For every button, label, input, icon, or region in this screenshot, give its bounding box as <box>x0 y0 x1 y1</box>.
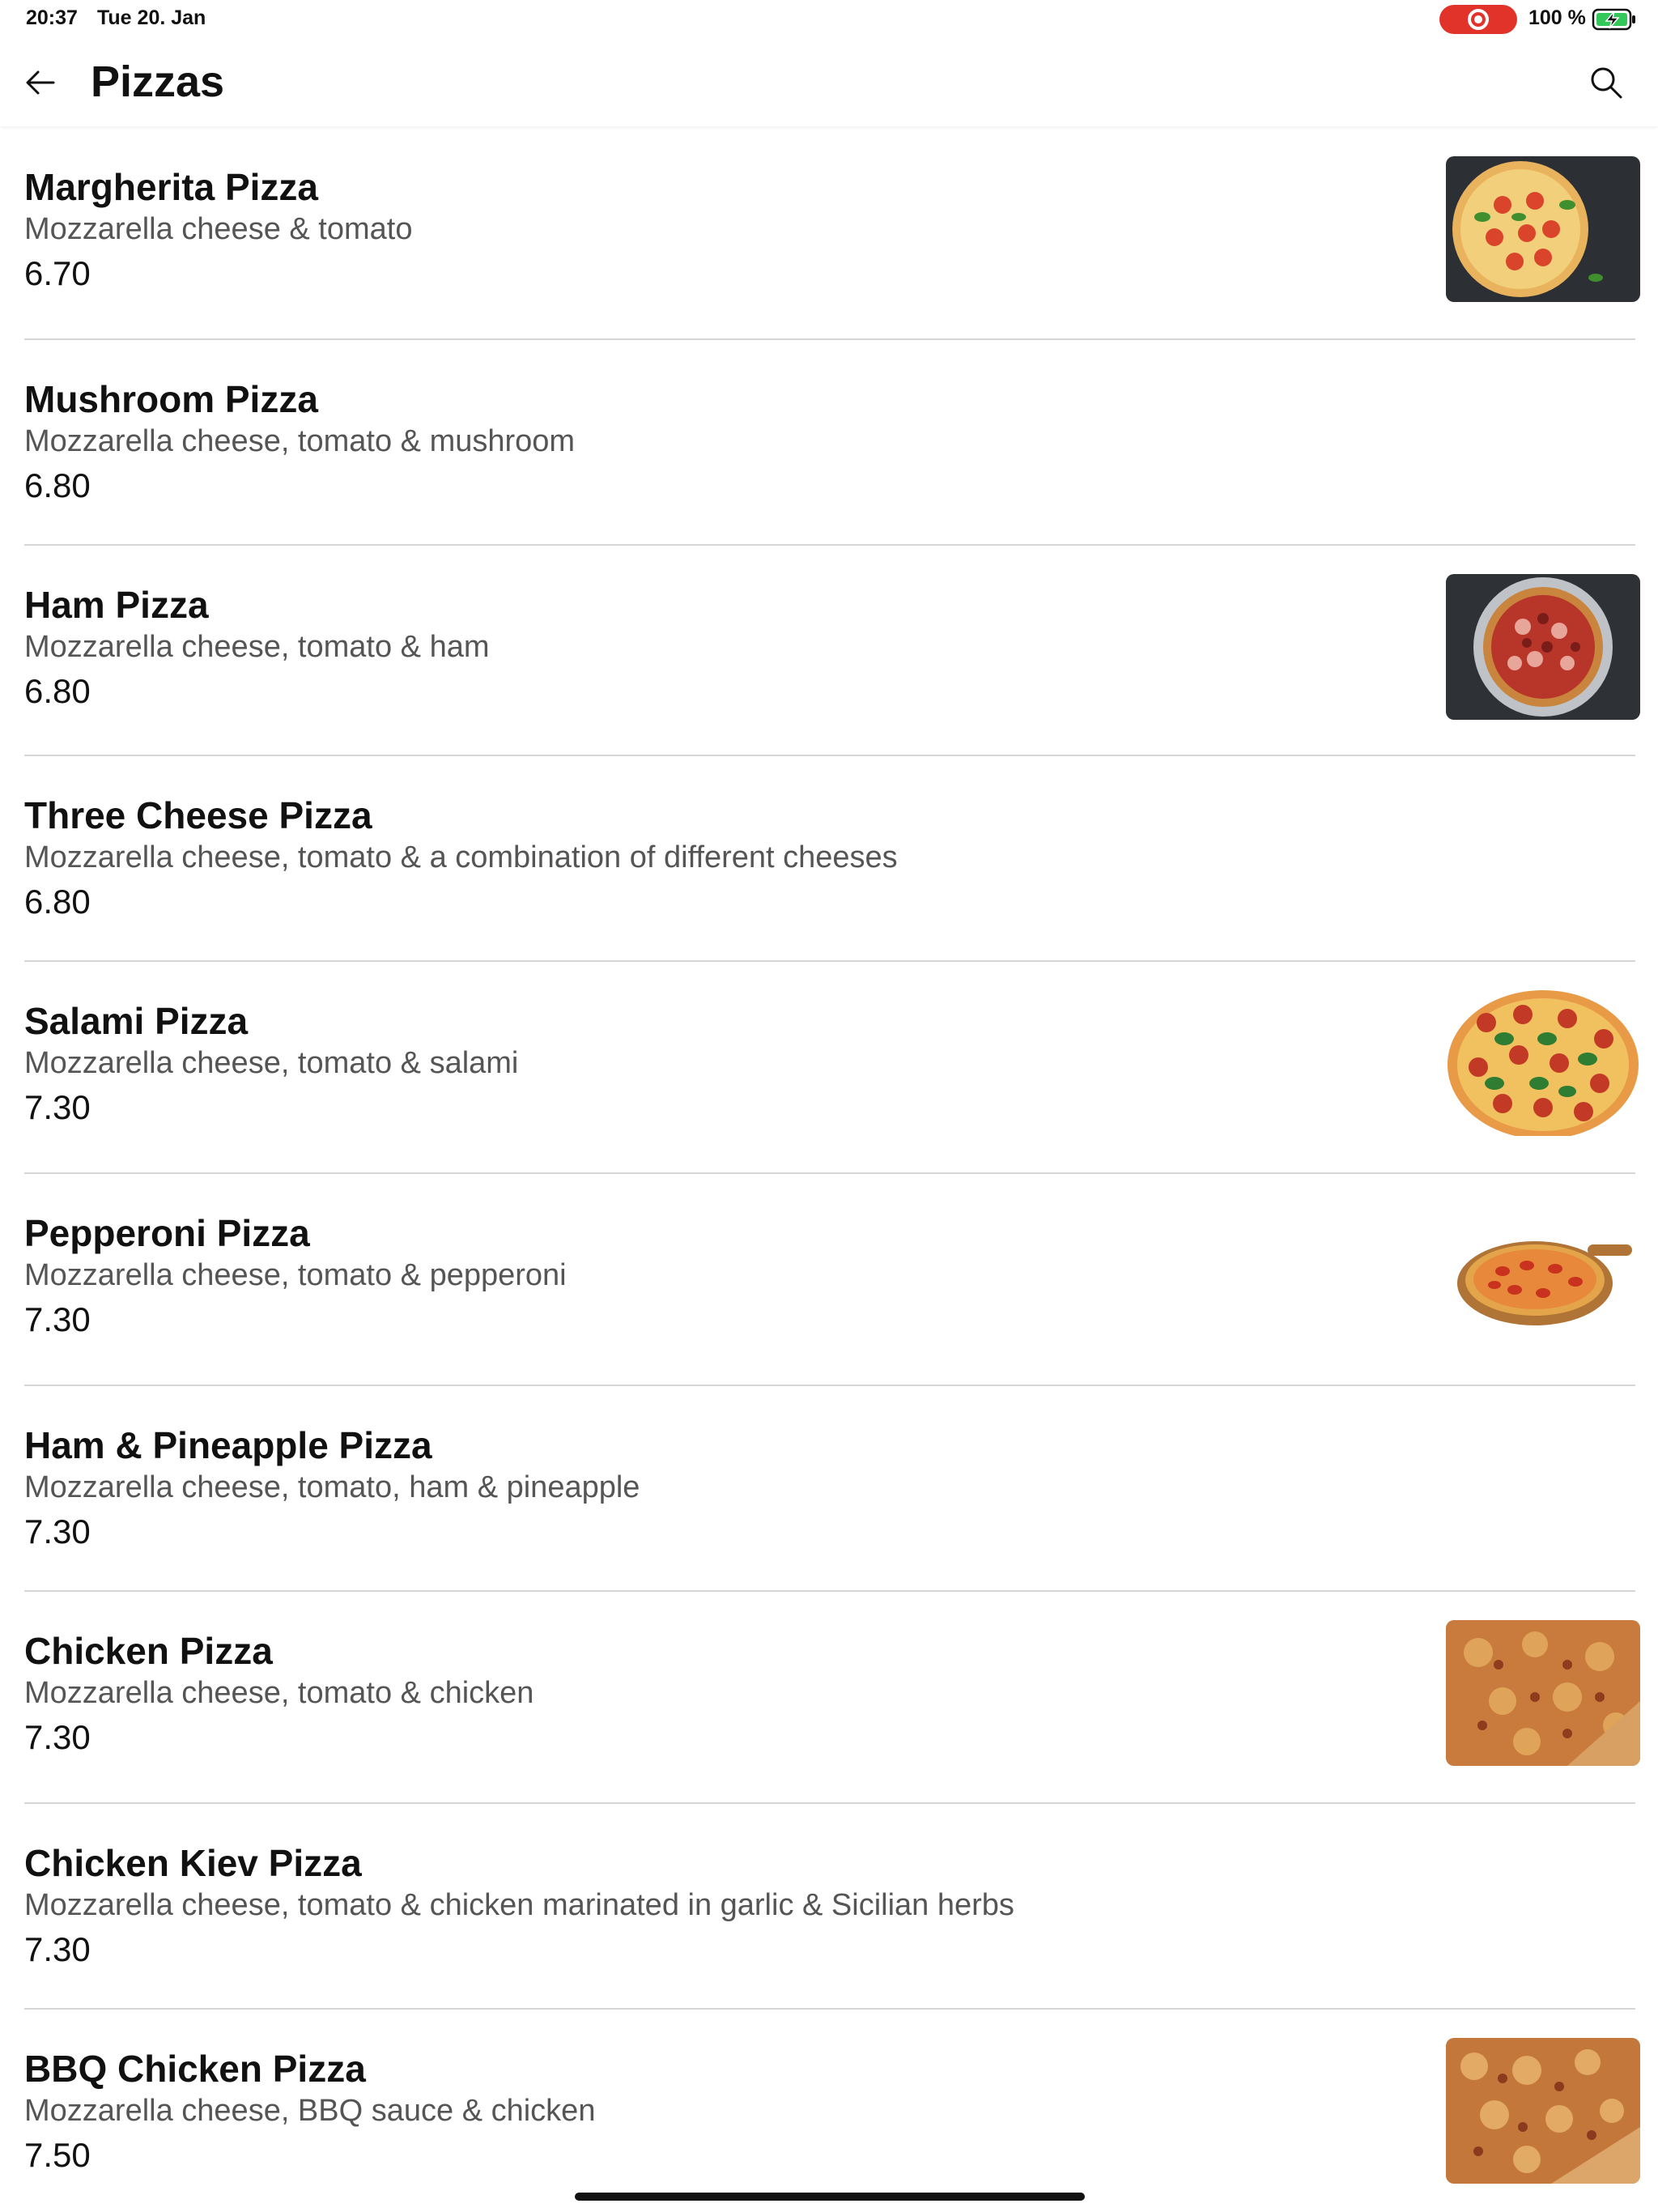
item-name: Chicken Pizza <box>24 1630 273 1672</box>
item-price: 7.30 <box>24 1300 91 1338</box>
divider <box>24 1590 1635 1592</box>
item-thumbnail[interactable] <box>1446 990 1640 1136</box>
item-name: BBQ Chicken Pizza <box>24 2048 366 2090</box>
item-name: Ham Pizza <box>24 584 209 626</box>
item-price: 7.30 <box>24 1512 91 1551</box>
battery-charging-icon <box>1592 8 1635 31</box>
app-header: Pizzas <box>0 42 1658 126</box>
item-name: Three Cheese Pizza <box>24 794 372 836</box>
item-thumbnail[interactable] <box>1446 156 1640 302</box>
item-description: Mozzarella cheese, tomato & chicken mari… <box>24 1888 1014 1922</box>
status-time: 20:37 <box>26 6 78 29</box>
screen-recording-icon[interactable] <box>1439 5 1517 34</box>
item-thumbnail[interactable] <box>1446 574 1640 720</box>
search-icon[interactable] <box>1587 63 1626 102</box>
item-description: Mozzarella cheese, tomato & mushroom <box>24 424 576 458</box>
item-description: Mozzarella cheese, tomato & ham <box>24 630 490 664</box>
item-name: Chicken Kiev Pizza <box>24 1842 362 1884</box>
divider <box>24 544 1635 546</box>
item-description: Mozzarella cheese, tomato & salami <box>24 1046 519 1080</box>
item-price: 6.80 <box>24 883 91 921</box>
status-date: Tue 20. Jan <box>97 6 206 29</box>
divider <box>24 1385 1635 1386</box>
item-name: Ham & Pineapple Pizza <box>24 1424 432 1466</box>
item-name: Mushroom Pizza <box>24 378 318 420</box>
home-indicator[interactable] <box>575 2193 1085 2201</box>
item-description: Mozzarella cheese, tomato & chicken <box>24 1676 534 1710</box>
item-price: 6.70 <box>24 254 91 292</box>
item-description: Mozzarella cheese, tomato & a combinatio… <box>24 840 898 874</box>
item-description: Mozzarella cheese, tomato, ham & pineapp… <box>24 1470 640 1504</box>
item-name: Salami Pizza <box>24 1000 249 1042</box>
arrow-left-icon[interactable] <box>21 63 60 102</box>
battery-percent: 100 % <box>1528 6 1586 29</box>
item-thumbnail[interactable] <box>1446 1620 1640 1766</box>
item-thumbnail[interactable] <box>1446 2038 1640 2184</box>
divider <box>24 960 1635 962</box>
item-price: 7.50 <box>24 2136 91 2174</box>
divider <box>24 1172 1635 1174</box>
item-name: Margherita Pizza <box>24 166 318 208</box>
divider <box>24 755 1635 756</box>
item-description: Mozzarella cheese & tomato <box>24 212 413 246</box>
item-price: 7.30 <box>24 1718 91 1756</box>
item-price: 6.80 <box>24 466 91 504</box>
item-price: 7.30 <box>24 1088 91 1126</box>
page-title: Pizzas <box>91 57 225 106</box>
divider <box>24 338 1635 340</box>
divider <box>24 1802 1635 1804</box>
item-price: 6.80 <box>24 672 91 710</box>
divider <box>24 2008 1635 2010</box>
status-bar: 20:37 Tue 20. Jan 100 % <box>0 0 1658 39</box>
item-description: Mozzarella cheese, tomato & pepperoni <box>24 1258 567 1292</box>
item-thumbnail[interactable] <box>1446 1202 1640 1348</box>
item-price: 7.30 <box>24 1930 91 1968</box>
item-description: Mozzarella cheese, BBQ sauce & chicken <box>24 2094 596 2128</box>
item-name: Pepperoni Pizza <box>24 1212 310 1254</box>
